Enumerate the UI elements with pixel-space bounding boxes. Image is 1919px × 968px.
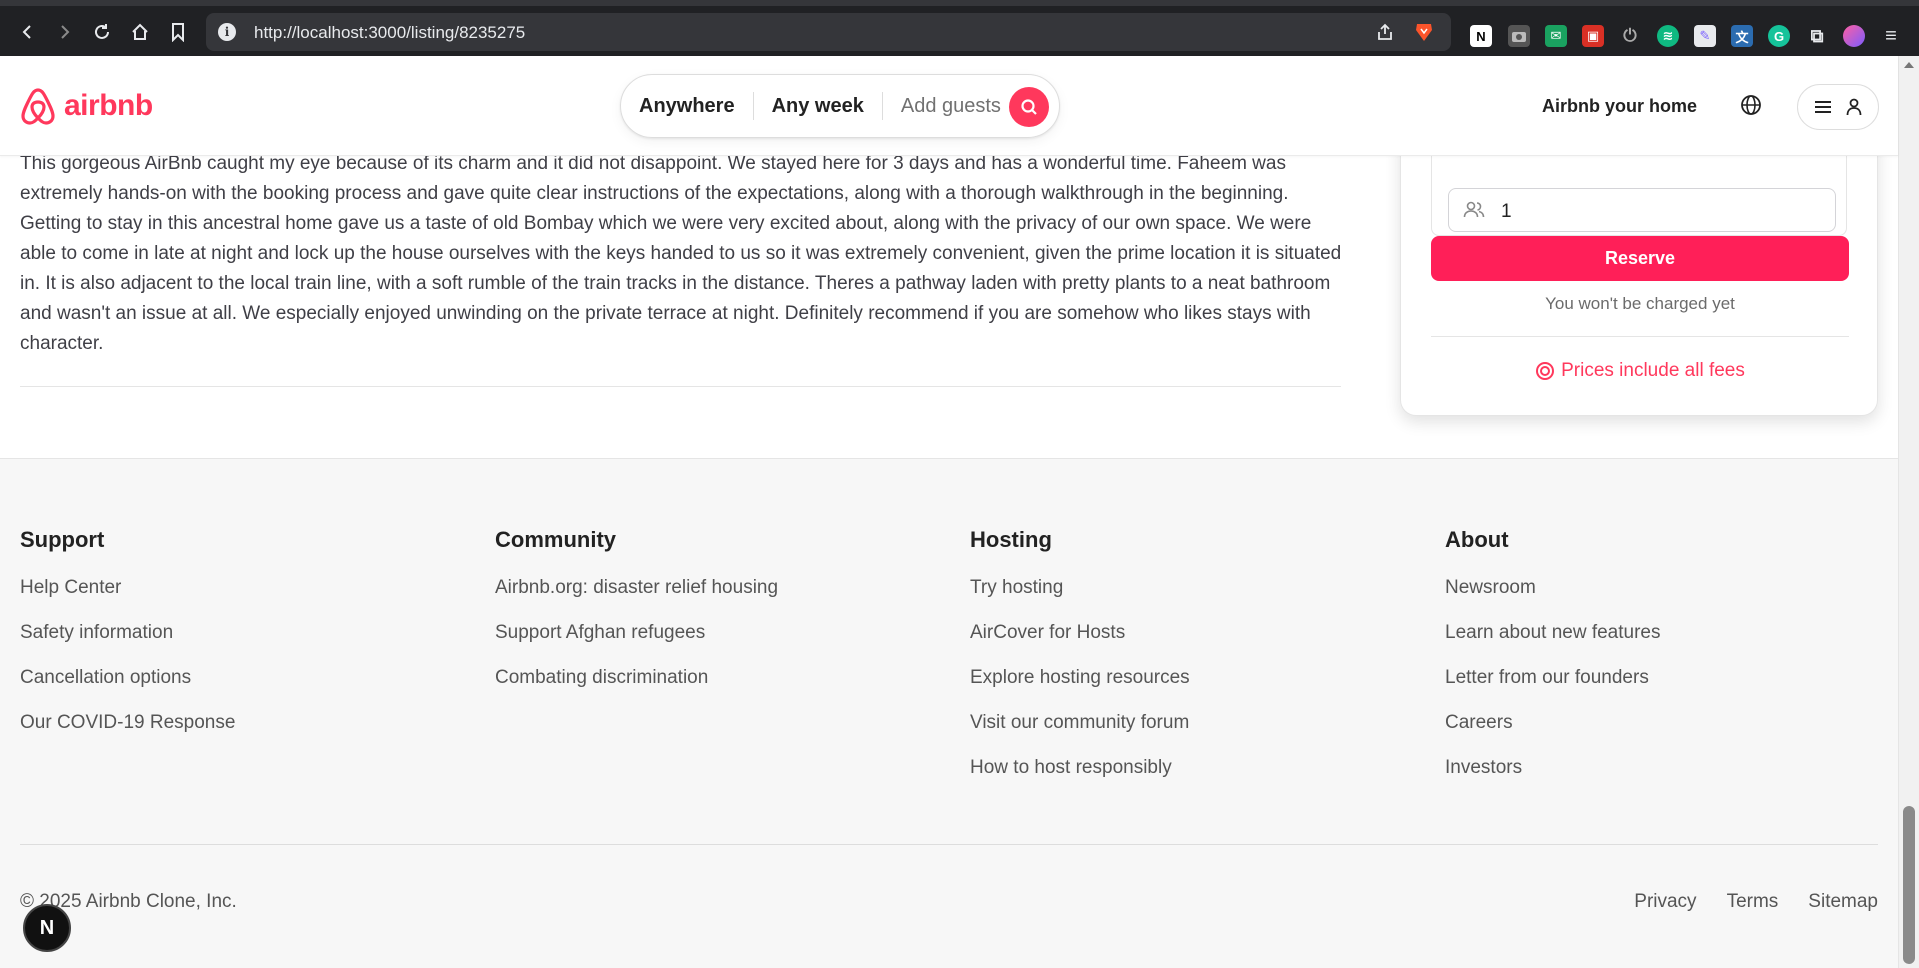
forward-icon[interactable] [50,18,78,46]
charge-note: You won't be charged yet [1545,294,1735,313]
camera-icon[interactable] [1508,25,1530,47]
footer-column-support: Support Help Center Safety information C… [20,527,235,757]
guests-value: 1 [1501,201,1512,222]
guests-input[interactable]: 1 [1448,188,1836,232]
airbnb-logo[interactable]: airbnb [20,86,153,126]
prices-include-fees[interactable]: Prices include all fees [1431,360,1849,382]
audio-icon[interactable]: ≋ [1657,25,1679,47]
hamburger-icon [1815,101,1831,113]
footer-link[interactable]: Combating discrimination [495,667,778,712]
search-location[interactable]: Anywhere [621,92,753,120]
translate-icon[interactable]: 文 [1731,25,1753,47]
sitemap-link[interactable]: Sitemap [1808,891,1878,913]
search-bar[interactable]: Anywhere Any week Add guests [620,74,1060,138]
host-your-home-link[interactable]: Airbnb your home [1542,96,1697,117]
home-icon[interactable] [126,18,154,46]
search-icon [1021,99,1037,115]
footer-link[interactable]: Visit our community forum [970,712,1190,757]
site-info-icon[interactable]: i [218,23,236,41]
globe-icon[interactable] [1740,94,1764,118]
site-header: airbnb Anywhere Any week Add guests Airb… [0,56,1898,156]
footer-link[interactable]: Support Afghan refugees [495,622,778,667]
footer-column-about: About Newsroom Learn about new features … [1445,527,1661,802]
profile-avatar-icon[interactable] [1843,25,1865,47]
footer-link[interactable]: Newsroom [1445,577,1661,622]
extension-red-icon[interactable]: ▣ [1582,25,1604,47]
footer-heading: Hosting [970,527,1052,552]
guest-selector-panel: 1 [1431,156,1847,236]
footer-link[interactable]: Careers [1445,712,1661,757]
extensions-puzzle-icon[interactable]: ⧉ [1806,25,1828,47]
footer-heading: About [1445,527,1509,552]
footer-column-community: Community Airbnb.org: disaster relief ho… [495,527,778,712]
pen-icon[interactable]: ✎ [1694,25,1716,47]
footer-link[interactable]: Airbnb.org: disaster relief housing [495,577,778,622]
footer-link[interactable]: Cancellation options [20,667,235,712]
footer-link[interactable]: Try hosting [970,577,1190,622]
power-icon[interactable]: ⏻ [1619,25,1641,47]
review-body: This gorgeous AirBnb caught my eye becau… [20,153,1342,354]
footer-link[interactable]: Our COVID-19 Response [20,712,235,757]
back-icon[interactable] [14,18,42,46]
browser-toolbar: i http://localhost:3000/listing/8235275 … [0,0,1919,56]
footer-link[interactable]: Investors [1445,757,1661,802]
search-dates[interactable]: Any week [754,92,882,120]
footer-link[interactable]: AirCover for Hosts [970,622,1190,667]
reserve-button[interactable]: Reserve [1431,236,1849,281]
users-icon [1463,201,1485,218]
scroll-up-arrow-icon[interactable] [1904,62,1914,68]
review-divider [20,386,1341,387]
notion-icon[interactable]: N [1470,25,1492,47]
footer-link[interactable]: Explore hosting resources [970,667,1190,712]
footer-link[interactable]: Safety information [20,622,235,667]
legal-links: Privacy Terms Sitemap [1634,891,1878,913]
nextjs-dev-badge[interactable]: N [23,904,71,952]
mail-icon[interactable]: ✉ [1545,25,1567,47]
fee-badge-icon [1536,362,1555,380]
footer-column-hosting: Hosting Try hosting AirCover for Hosts E… [970,527,1190,802]
url-text[interactable]: http://localhost:3000/listing/8235275 [254,23,525,43]
page-scrollbar[interactable] [1898,56,1919,968]
bookmark-icon[interactable] [164,18,192,46]
user-menu-button[interactable] [1797,84,1879,130]
footer-link[interactable]: Help Center [20,577,235,622]
terms-link[interactable]: Terms [1727,891,1779,913]
logo-text: airbnb [64,89,153,122]
brave-shield-icon[interactable] [1413,21,1435,43]
reload-icon[interactable] [88,18,116,46]
booking-card: 1 Reserve You won't be charged yet Price… [1400,120,1878,416]
footer-link[interactable]: Letter from our founders [1445,667,1661,712]
footer-link[interactable]: Learn about new features [1445,622,1661,667]
grammarly-icon[interactable]: G [1768,25,1790,47]
footer-link[interactable]: How to host responsibly [970,757,1190,802]
footer-heading: Support [20,527,105,552]
fees-label: Prices include all fees [1561,360,1745,381]
footer-heading: Community [495,527,616,552]
search-guests[interactable]: Add guests [883,92,1019,120]
browser-menu-icon[interactable]: ≡ [1880,25,1902,47]
footer-divider [20,844,1878,845]
privacy-link[interactable]: Privacy [1634,891,1696,913]
user-icon [1846,98,1862,116]
airbnb-logo-icon [21,88,55,125]
card-divider [1431,336,1849,337]
address-bar[interactable]: i http://localhost:3000/listing/8235275 [206,13,1451,51]
share-icon[interactable] [1375,22,1395,42]
search-button[interactable] [1009,87,1049,127]
site-footer: Support Help Center Safety information C… [0,458,1898,968]
scrollbar-thumb[interactable] [1903,806,1915,964]
